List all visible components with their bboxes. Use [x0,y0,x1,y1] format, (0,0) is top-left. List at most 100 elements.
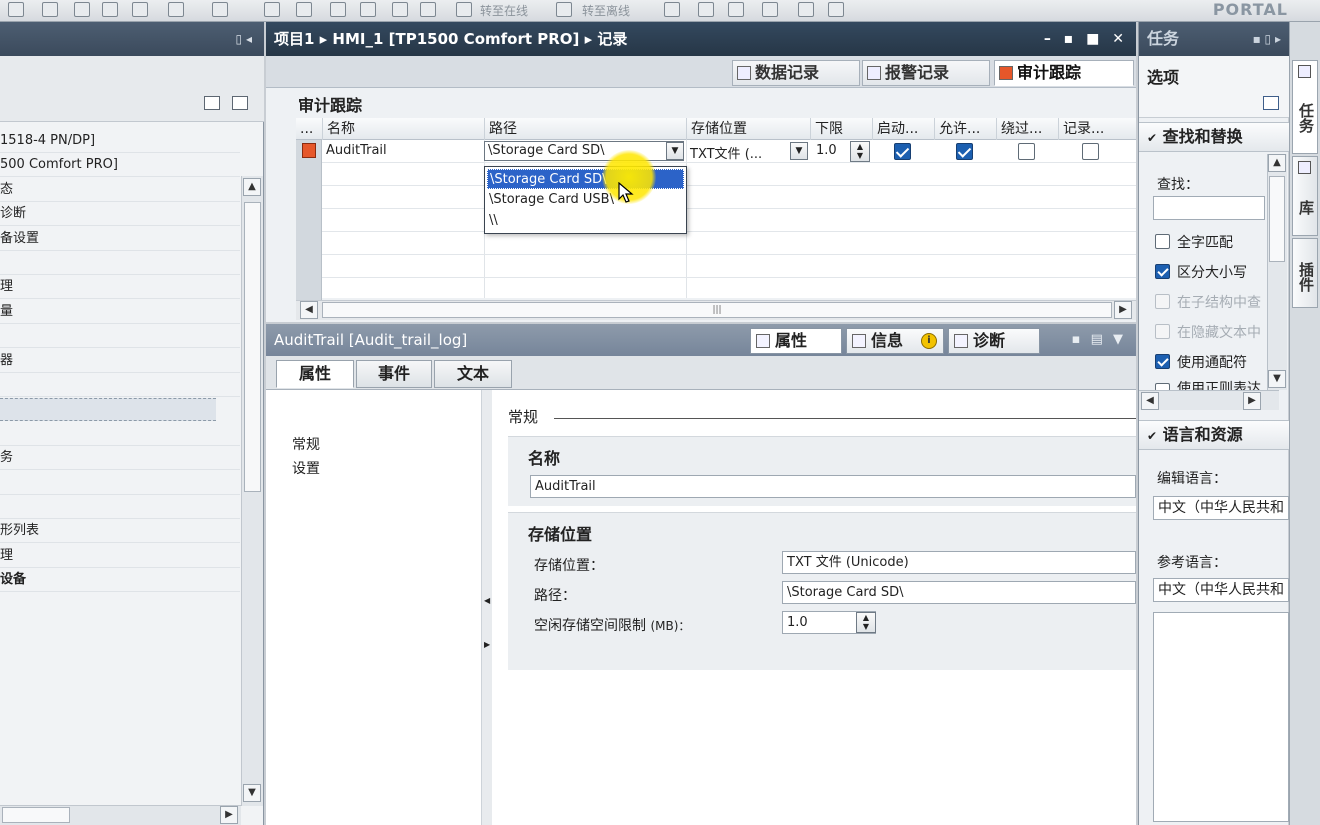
row-header[interactable] [296,163,322,186]
undo-icon[interactable] [168,2,184,17]
row-storage[interactable]: TXT文件 (... [690,143,762,162]
simulation-icon[interactable] [360,2,376,17]
hscroll-thumb[interactable]: ||| [322,302,1112,318]
row-header[interactable] [296,255,322,278]
tree-item[interactable] [0,374,240,397]
stop-simulation-icon[interactable] [392,2,408,17]
delete-icon[interactable] [132,2,148,17]
col-header-lower-limit[interactable]: 下限 [810,118,872,140]
tree-item[interactable]: 1518-4 PN/DP] [0,130,240,153]
tree-item[interactable] [0,325,240,349]
tree-item[interactable] [0,496,240,519]
row-header[interactable] [296,232,322,255]
scroll-thumb[interactable] [244,202,261,492]
upload-icon[interactable] [330,2,346,17]
log-checkbox[interactable] [1082,143,1099,160]
tree-item[interactable]: 器 [0,350,240,373]
path-combobox[interactable]: \Storage Card SD\ [484,141,684,161]
col-header-start[interactable]: 启动... [872,118,934,140]
table-row[interactable] [296,232,1136,255]
col-header-bypass[interactable]: 绕过... [996,118,1058,140]
tree-item[interactable] [0,472,240,495]
find-vscroll[interactable]: ▲ ▼ [1267,154,1287,390]
chevron-down-icon[interactable]: ▼ [790,142,808,160]
nav-settings[interactable]: 设置 [292,458,320,478]
paste-icon[interactable] [102,2,118,17]
go-offline-button[interactable]: 转至离线 [582,2,630,19]
copy-icon[interactable] [74,2,90,17]
scroll-thumb[interactable] [1269,176,1285,262]
go-online-button[interactable]: 转至在线 [480,2,528,19]
subtab-properties[interactable]: 属性 [276,360,354,388]
languages-header[interactable]: ✔ 语言和资源 [1139,420,1289,450]
task-card-controls[interactable]: ▪ ▯ ▸ [1253,22,1281,56]
allow-checkbox[interactable] [956,143,973,160]
tree-item[interactable]: 理 [0,545,240,568]
scroll-right-icon[interactable]: ▶ [1243,392,1261,410]
project-tree-vscroll[interactable]: ▲ ▼ [241,176,263,806]
tree-item[interactable]: 500 Comfort PRO] [0,154,240,178]
tree-item[interactable] [0,252,240,275]
tab-data-log[interactable]: 数据记录 [732,60,860,86]
side-tab-libraries[interactable]: 库 [1292,156,1318,236]
table-row[interactable] [296,255,1136,278]
table-row[interactable] [296,163,1136,186]
name-field[interactable]: AuditTrail [530,475,1136,498]
scroll-down-icon[interactable]: ▼ [243,784,261,802]
layout-icon[interactable] [1263,96,1279,110]
table-row[interactable]: AuditTrail \Storage Card SD\ ▼ TXT文件 (..… [296,140,1136,163]
split-horizontal-icon[interactable] [798,2,814,17]
scroll-left-icon[interactable]: ◀ [1141,392,1159,410]
row-name[interactable]: AuditTrail [326,143,387,158]
side-tab-tasks[interactable]: 任务 [1292,60,1318,154]
go-offline-icon[interactable] [556,2,572,17]
row-header[interactable] [296,209,322,232]
split-vertical-icon[interactable] [828,2,844,17]
row-lower-limit[interactable]: 1.0 [816,143,837,158]
go-online-icon[interactable] [456,2,472,17]
collapse-left-icon[interactable]: ◀ [484,596,490,605]
col-header-name[interactable]: 名称 [322,118,484,140]
row-header[interactable] [296,278,322,301]
reference-language-select[interactable]: 中文（中华人民共和 [1153,578,1289,602]
hscroll-thumb[interactable] [2,807,70,823]
whole-word-checkbox[interactable] [1155,234,1170,249]
path-field[interactable]: \Storage Card SD\ [782,581,1136,604]
tree-item[interactable]: 备设置 [0,228,240,251]
window-controls[interactable]: – ▪ ■ ✕ [1044,22,1128,56]
col-header-menu[interactable]: ... [296,118,322,140]
scroll-right-icon[interactable]: ▶ [220,806,238,824]
monitor-icon[interactable] [728,2,744,17]
path-option-usb[interactable]: \Storage Card USB\ [487,190,684,210]
grid-hscroll[interactable]: ◀ ||| ▶ [296,300,1136,320]
cut-icon[interactable] [42,2,58,17]
add-item-icon[interactable] [232,96,248,110]
free-space-spinner[interactable]: ▲ ▼ [856,612,876,633]
col-header-log[interactable]: 记录... [1058,118,1120,140]
cross-reference-icon[interactable] [698,2,714,17]
storage-field[interactable]: TXT 文件 (Unicode) [782,551,1136,574]
path-option-root[interactable]: \\ [487,211,684,231]
side-tab-addins[interactable]: 插件 [1292,238,1318,308]
tree-item[interactable] [0,423,240,446]
subtab-texts[interactable]: 文本 [434,360,512,388]
help-icon[interactable] [664,2,680,17]
tab-audit-trail[interactable]: 审计跟踪 [994,60,1134,86]
language-list[interactable] [1153,612,1289,822]
detail-view-icon[interactable] [204,96,220,110]
accessible-devices-icon[interactable] [420,2,436,17]
chevron-down-icon[interactable]: ▼ [666,142,684,160]
expand-right-icon[interactable]: ▶ [484,640,490,649]
nav-general[interactable]: 常规 [292,434,320,454]
start-checkbox[interactable] [894,143,911,160]
find-hscroll[interactable]: ◀ ▶ [1139,390,1279,410]
tree-item[interactable] [0,398,216,422]
match-case-checkbox[interactable] [1155,264,1170,279]
tree-item[interactable]: 设备 [0,569,240,593]
col-header-allow[interactable]: 允许... [934,118,996,140]
row-header[interactable] [296,186,322,209]
tab-diagnostics[interactable]: 诊断 [948,328,1040,354]
table-row[interactable] [296,186,1136,209]
tree-item[interactable]: 形列表 [0,520,240,544]
download-icon[interactable] [296,2,312,17]
